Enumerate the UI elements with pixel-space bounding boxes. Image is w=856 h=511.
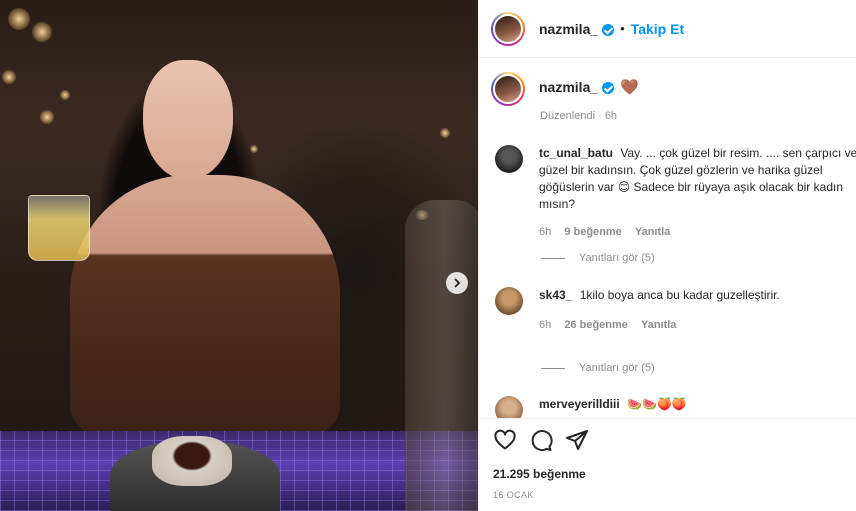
like-count[interactable]: 21.295 beğenme — [493, 467, 586, 481]
comment-username[interactable]: merveyerilldiii — [539, 397, 620, 411]
action-bar — [493, 428, 601, 452]
caption-avatar[interactable] — [491, 72, 525, 106]
post-photo[interactable] — [0, 0, 478, 511]
separator-dot: • — [620, 21, 625, 36]
cocktail-glass — [28, 195, 90, 261]
comment-time: 6h — [539, 319, 552, 331]
author-avatar[interactable] — [491, 11, 525, 46]
replies-dash — [541, 257, 565, 259]
commenter-avatar[interactable] — [495, 145, 523, 173]
bokeh-light — [40, 110, 54, 124]
replies-dash — [541, 367, 565, 369]
view-replies-button[interactable]: Yanıtları gör (5) — [541, 362, 655, 374]
comment-text: 🍉🍉🍑🍑 — [627, 397, 687, 411]
reply-button[interactable]: Yanıtla — [635, 226, 670, 238]
chevron-right-icon — [454, 278, 461, 288]
divider — [479, 418, 856, 419]
figure-face — [143, 60, 233, 180]
bokeh-light — [32, 22, 52, 42]
comment-username[interactable]: sk43_ — [539, 288, 572, 302]
caption-emoji: 🤎 — [620, 79, 639, 96]
view-replies-label: Yanıtları gör (5) — [579, 362, 655, 374]
author-username[interactable]: nazmila_ — [539, 21, 598, 37]
verified-badge-icon — [602, 82, 615, 94]
post-header: nazmila_ • Takip Et — [479, 0, 856, 58]
caption: nazmila_ 🤎 — [491, 72, 639, 106]
post-sidebar: nazmila_ • Takip Et nazmila_ 🤎 Düzenlend… — [478, 0, 856, 511]
comment-likes[interactable]: 26 beğenme — [564, 319, 628, 331]
commenter-avatar[interactable] — [495, 396, 523, 418]
comment-likes[interactable]: 9 beğenme — [564, 226, 621, 238]
paper-plane-icon[interactable] — [565, 428, 589, 452]
bokeh-light — [440, 128, 450, 138]
view-replies-label: Yanıtları gör (5) — [579, 252, 655, 264]
bokeh-light — [2, 70, 16, 84]
comment-bubble-icon[interactable] — [529, 428, 553, 452]
comment-item: sk43_ 1kilo boya anca bu kadar guzelleşt… — [495, 287, 856, 334]
comment-item: merveyerilldiii 🍉🍉🍑🍑 — [495, 396, 856, 418]
view-replies-button[interactable]: Yanıtları gör (5) — [541, 252, 655, 264]
figure-body — [70, 175, 340, 435]
heart-outline-icon[interactable] — [493, 428, 517, 452]
glass-bottle — [405, 200, 478, 511]
caption-username[interactable]: nazmila_ — [539, 79, 598, 95]
edited-timestamp: Düzenlendi · 6h — [540, 110, 618, 122]
comment-item: tc_unal_batu Vay. ... çok güzel bir resi… — [495, 145, 856, 241]
commenter-avatar[interactable] — [495, 287, 523, 315]
dessert — [152, 436, 232, 486]
bokeh-light — [8, 8, 30, 30]
next-photo-button[interactable] — [446, 272, 468, 294]
follow-button[interactable]: Takip Et — [631, 21, 684, 37]
reply-button[interactable]: Yanıtla — [641, 319, 676, 331]
verified-badge-icon — [602, 23, 615, 36]
comment-time: 6h — [539, 226, 552, 238]
post-date: 16 OCAK — [493, 490, 534, 500]
comment-text: 1kilo boya anca bu kadar guzelleştirir. — [579, 288, 780, 302]
comment-username[interactable]: tc_unal_batu — [539, 146, 613, 160]
